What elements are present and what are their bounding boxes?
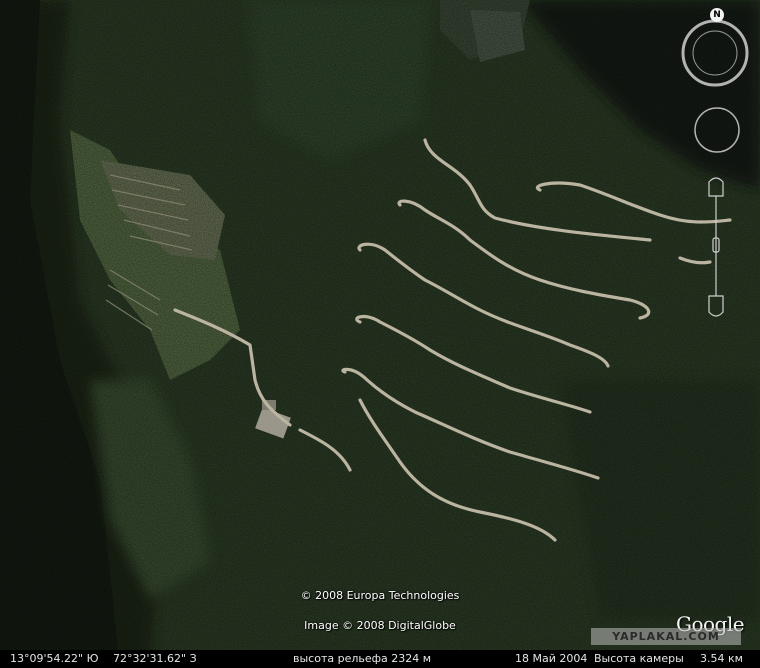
navigation-controls: N [676, 6, 760, 326]
compass-eye-icon[interactable] [680, 18, 750, 88]
longitude-readout: 72°32'31.62" З [113, 652, 197, 665]
eye-altitude-value: 3.54 км [700, 652, 743, 665]
imagery-date: 18 Май 2004 [515, 652, 588, 665]
map-viewport[interactable]: © 2008 Europa Technologies Image © 2008 … [0, 0, 760, 668]
look-joystick-icon[interactable] [693, 106, 741, 154]
north-indicator[interactable]: N [710, 8, 724, 22]
latitude-readout: 13°09'54.22" Ю [10, 652, 99, 665]
elevation-readout: высота рельефа 2324 м [293, 652, 432, 665]
satellite-terrain-view[interactable] [0, 0, 760, 668]
eye-altitude-label: Высота камеры [594, 652, 684, 665]
zoom-slider-icon[interactable] [702, 174, 730, 324]
status-bar: 13°09'54.22" Ю 72°32'31.62" З высота рел… [0, 650, 760, 668]
copyright-europa: © 2008 Europa Technologies [300, 589, 460, 602]
watermark-badge: YAPLAKAL.COM [591, 628, 741, 645]
